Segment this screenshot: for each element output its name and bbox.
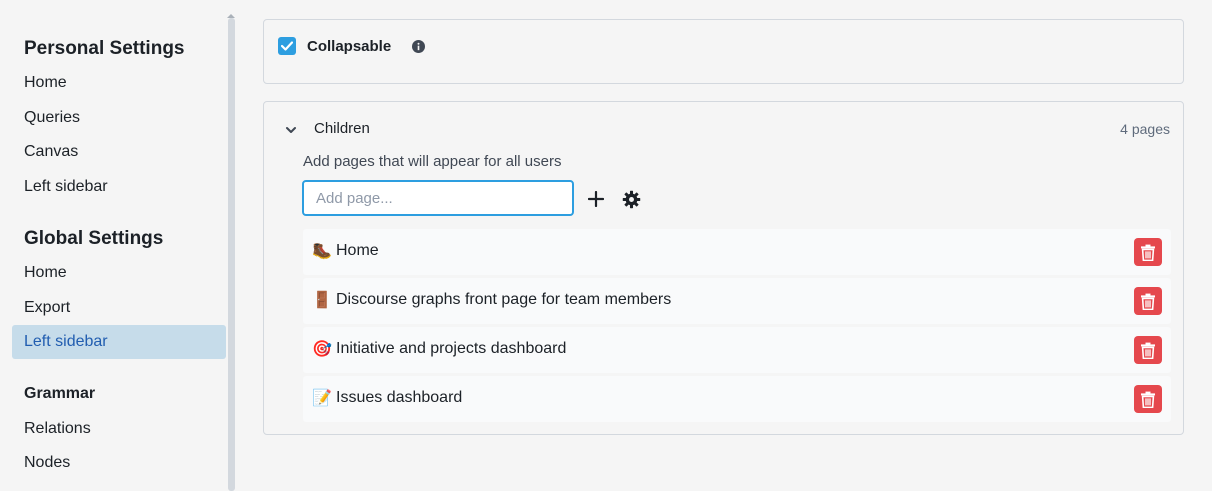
sidebar-item-relations[interactable]: Relations [12, 412, 226, 446]
sidebar-item-personal-home[interactable]: Home [12, 66, 226, 100]
global-settings-heading: Global Settings [24, 228, 164, 249]
collapsable-card: Collapsable [263, 19, 1184, 84]
children-description: Add pages that will appear for all users [303, 153, 562, 170]
door-icon: 🚪 [312, 290, 332, 309]
delete-page-button[interactable] [1134, 287, 1162, 315]
sidebar-scrollbar[interactable] [228, 18, 235, 491]
children-card: Children 4 pages Add pages that will app… [263, 101, 1184, 435]
trash-icon [1141, 342, 1155, 359]
page-row: 🥾 Home [303, 229, 1171, 275]
gear-icon[interactable] [622, 190, 641, 209]
personal-settings-heading: Personal Settings [24, 38, 185, 59]
collapsable-label: Collapsable [307, 38, 392, 55]
sidebar-item-personal-queries[interactable]: Queries [12, 101, 226, 135]
trash-icon [1141, 293, 1155, 310]
target-icon: 🎯 [312, 339, 332, 358]
page-row: 📝 Issues dashboard [303, 376, 1171, 422]
delete-page-button[interactable] [1134, 238, 1162, 266]
trash-icon [1141, 244, 1155, 261]
delete-page-button[interactable] [1134, 385, 1162, 413]
add-page-input[interactable] [302, 180, 574, 216]
collapsable-checkbox[interactable] [278, 37, 296, 55]
memo-icon: 📝 [312, 388, 332, 407]
trash-icon [1141, 391, 1155, 408]
delete-page-button[interactable] [1134, 336, 1162, 364]
sidebar-item-global-home[interactable]: Home [12, 256, 226, 290]
check-icon [281, 41, 293, 51]
page-row-label: Issues dashboard [336, 389, 463, 406]
page-count: 4 pages [1120, 121, 1170, 137]
page-row-label: Discourse graphs front page for team mem… [336, 291, 672, 308]
page-row-label: Initiative and projects dashboard [336, 340, 567, 357]
children-label: Children [314, 120, 370, 137]
sidebar-item-personal-left-sidebar[interactable]: Left sidebar [12, 170, 226, 204]
boot-icon: 🥾 [312, 241, 332, 260]
chevron-down-icon[interactable] [285, 124, 297, 136]
page-row: 🎯 Initiative and projects dashboard [303, 327, 1171, 373]
sidebar-item-global-export[interactable]: Export [12, 291, 226, 325]
sidebar-item-personal-canvas[interactable]: Canvas [12, 135, 226, 169]
plus-icon[interactable] [588, 191, 604, 207]
page-row: 🚪 Discourse graphs front page for team m… [303, 278, 1171, 324]
settings-sidebar: Personal Settings Home Queries Canvas Le… [0, 0, 228, 491]
info-icon[interactable] [412, 40, 425, 53]
page-row-label: Home [336, 242, 379, 259]
sidebar-item-global-left-sidebar[interactable]: Left sidebar [12, 325, 226, 359]
sidebar-item-nodes[interactable]: Nodes [12, 446, 226, 480]
grammar-heading: Grammar [24, 385, 96, 402]
